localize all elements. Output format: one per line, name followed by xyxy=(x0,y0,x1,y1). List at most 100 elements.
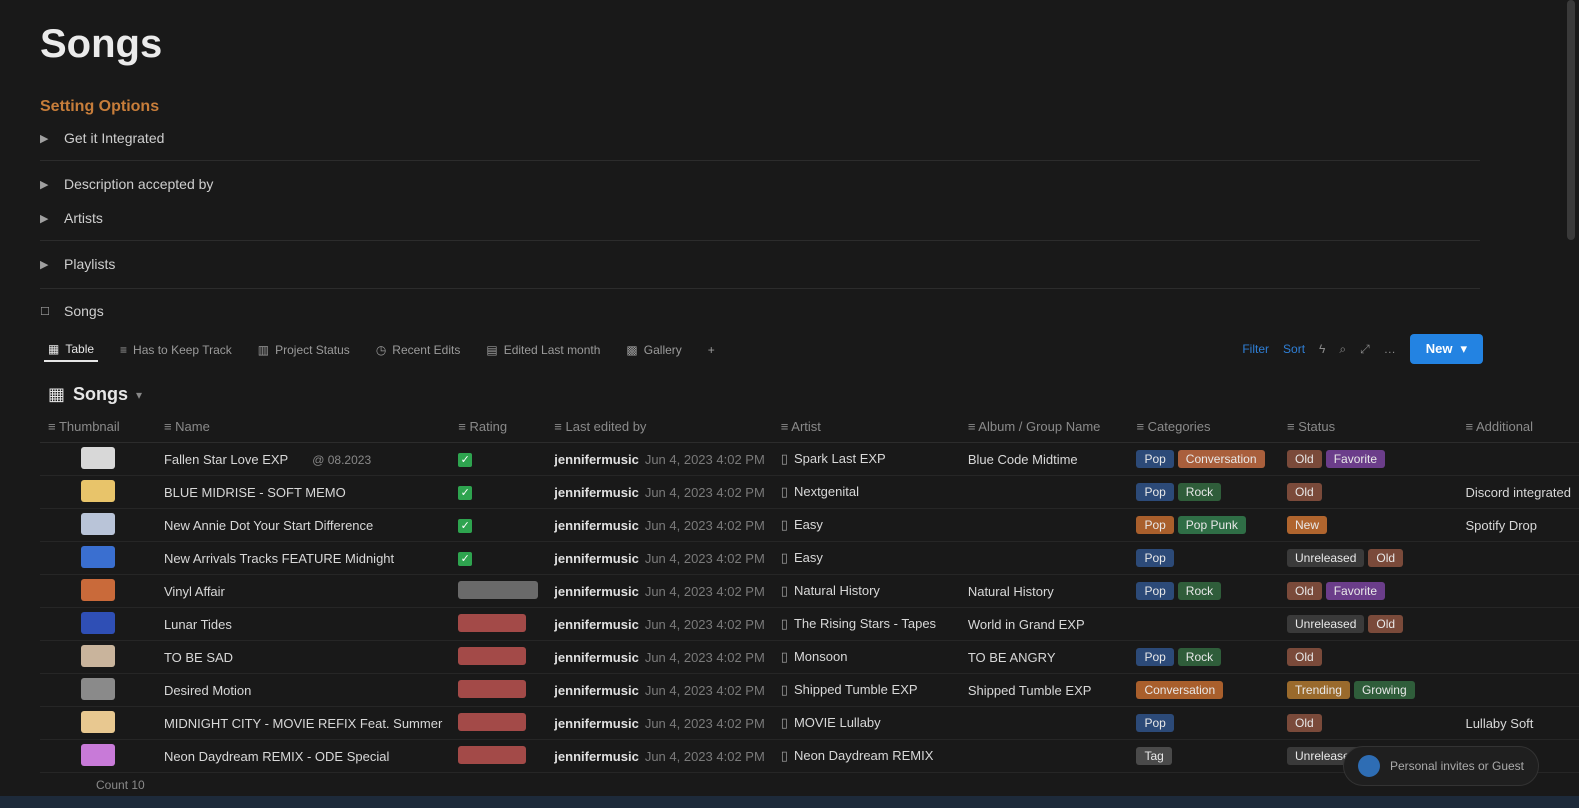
artist-cell[interactable]: ▯ Monsoon xyxy=(772,640,960,674)
status-cell[interactable]: Old xyxy=(1279,706,1458,740)
status-cell[interactable]: Old xyxy=(1279,475,1458,509)
rating-cell[interactable] xyxy=(450,607,547,641)
tab-recent-edits[interactable]: ◷ Recent Edits xyxy=(372,338,465,362)
expand-icon[interactable]: ⤢ xyxy=(1360,342,1370,357)
name-cell[interactable]: Fallen Star Love EXP @ 08.2023 xyxy=(155,442,451,476)
status-cell[interactable]: New xyxy=(1279,508,1458,542)
column-header[interactable]: ≡ Thumbnail xyxy=(40,410,156,443)
search-icon[interactable]: ⌕ xyxy=(1339,342,1346,357)
table-row[interactable]: Lunar Tides jennifermusic Jun 4, 2023 4:02… xyxy=(40,607,1579,641)
column-header[interactable]: ≡ Categories xyxy=(1128,410,1280,443)
categories-cell[interactable]: Pop Rock xyxy=(1128,574,1280,608)
status-cell[interactable]: Old Favorite xyxy=(1279,574,1458,608)
tab-gallery[interactable]: ▩ Gallery xyxy=(622,338,685,362)
name-cell[interactable]: Desired Motion xyxy=(155,673,451,707)
table-row[interactable]: Fallen Star Love EXP @ 08.2023 ✓ jennifermu… xyxy=(40,442,1579,476)
categories-cell[interactable]: Tag xyxy=(1128,739,1280,773)
artist-cell[interactable]: ▯ Neon Daydream REMIX xyxy=(772,739,960,773)
categories-cell[interactable]: Pop xyxy=(1128,541,1280,575)
categories-cell[interactable]: Pop Rock xyxy=(1128,475,1280,509)
column-header[interactable]: ≡ Album / Group Name xyxy=(959,410,1129,443)
name-cell[interactable]: Neon Daydream REMIX - ODE Special xyxy=(155,739,451,773)
rating-cell[interactable]: ✓ xyxy=(450,508,547,542)
artist-cell[interactable]: ▯ Nextgenital xyxy=(772,475,960,509)
chevron-down-icon[interactable]: ▾ xyxy=(136,388,142,402)
clock-icon: ◷ xyxy=(375,343,387,357)
table-row[interactable]: Desired Motion jennifermusic Jun 4, 2023 4… xyxy=(40,673,1579,707)
scrollbar[interactable] xyxy=(1567,0,1575,240)
table-row[interactable]: New Annie Dot Your Start Difference ✓ jenn… xyxy=(40,508,1579,542)
setup-item[interactable]: ▶ Playlists xyxy=(40,256,1480,272)
name-cell[interactable]: Vinyl Affair xyxy=(155,574,451,608)
categories-cell[interactable]: Pop xyxy=(1128,706,1280,740)
table-row[interactable]: BLUE MIDRISE - SOFT MEMO ✓ jennifermusic Ju… xyxy=(40,475,1579,509)
setup-item[interactable]: ▶ Get it Integrated xyxy=(40,130,1480,146)
status-cell[interactable]: Old xyxy=(1279,640,1458,674)
chevron-right-icon[interactable]: ▶ xyxy=(40,212,54,225)
column-header[interactable]: ≡ Rating xyxy=(450,410,547,443)
lightning-icon[interactable]: ϟ xyxy=(1319,342,1325,356)
name-cell[interactable]: MIDNIGHT CITY - MOVIE REFIX Feat. Summer xyxy=(155,706,451,740)
column-header[interactable]: ≡ Status xyxy=(1279,410,1458,443)
categories-cell[interactable]: Conversation xyxy=(1128,673,1280,707)
rating-cell[interactable] xyxy=(450,673,547,707)
status-cell[interactable]: Unreleased Old xyxy=(1279,607,1458,641)
name-cell[interactable]: New Arrivals Tracks FEATURE Midnight xyxy=(155,541,451,575)
rating-cell[interactable] xyxy=(450,640,547,674)
song-name: BLUE MIDRISE - SOFT MEMO xyxy=(163,484,346,500)
name-cell[interactable]: New Annie Dot Your Start Difference xyxy=(155,508,451,542)
setup-item[interactable]: ▶ Description accepted by xyxy=(40,176,1480,192)
chevron-down-icon[interactable]: ▾ xyxy=(1460,341,1467,357)
rating-cell[interactable] xyxy=(450,706,547,740)
categories-cell[interactable]: Pop Conversation xyxy=(1128,442,1280,476)
name-cell[interactable]: TO BE SAD xyxy=(155,640,451,674)
name-cell[interactable]: BLUE MIDRISE - SOFT MEMO xyxy=(155,475,451,509)
artist-cell[interactable]: ▯ Easy xyxy=(772,508,960,542)
table-row[interactable]: Vinyl Affair jennifermusic Jun 4, 2023 4:0… xyxy=(40,574,1579,608)
name-cell[interactable]: Lunar Tides xyxy=(155,607,451,641)
tab-edited-last-month[interactable]: ▤ Edited Last month xyxy=(482,338,604,362)
artist-cell[interactable]: ▯ Easy xyxy=(772,541,960,575)
rating-cell[interactable]: ✓ xyxy=(450,541,547,575)
column-header[interactable]: ≡ Artist xyxy=(772,410,960,443)
status-tag: Old xyxy=(1287,714,1322,732)
artist-cell[interactable]: ▯ MOVIE Lullaby xyxy=(772,706,960,740)
add-view-button[interactable]: + xyxy=(704,338,719,362)
categories-cell[interactable] xyxy=(1128,607,1280,641)
sort-button[interactable]: Sort xyxy=(1283,342,1305,356)
column-header[interactable]: ≡ Last edited by xyxy=(546,410,773,443)
status-cell[interactable]: Trending Growing xyxy=(1279,673,1458,707)
filter-button[interactable]: Filter xyxy=(1242,342,1269,356)
artist-cell[interactable]: ▯ Natural History xyxy=(772,574,960,608)
column-header[interactable]: ≡ Name xyxy=(155,410,451,443)
chevron-right-icon[interactable]: ▶ xyxy=(40,132,54,145)
database-title[interactable]: ▦ Songs ▾ xyxy=(48,384,142,405)
new-button[interactable]: New ▾ xyxy=(1409,334,1483,364)
artist-cell[interactable]: ▯ Spark Last EXP xyxy=(772,442,960,476)
table-row[interactable]: MIDNIGHT CITY - MOVIE REFIX Feat. Summer… xyxy=(40,706,1579,740)
chevron-right-icon[interactable]: ▶ xyxy=(40,258,54,271)
status-cell[interactable]: Old Favorite xyxy=(1279,442,1458,476)
tab-has-to-keep-track[interactable]: ≡ Has to Keep Track xyxy=(116,338,236,362)
tab-project-status[interactable]: ▥ Project Status xyxy=(254,338,354,362)
chevron-right-icon[interactable]: ▶ xyxy=(40,178,54,191)
album-cell xyxy=(959,475,1129,509)
column-header[interactable]: ≡ Additional xyxy=(1457,410,1579,443)
rating-cell[interactable] xyxy=(450,574,547,608)
artist-cell[interactable]: ▯ The Rising Stars - Tapes xyxy=(772,607,960,641)
categories-cell[interactable]: Pop Rock xyxy=(1128,640,1280,674)
artist-cell[interactable]: ▯ Shipped Tumble EXP xyxy=(772,673,960,707)
rating-cell[interactable]: ✓ xyxy=(450,442,547,476)
setup-item[interactable]: ☐ Songs xyxy=(40,303,1480,319)
tab-table[interactable]: ▦ Table xyxy=(44,338,99,362)
table-row[interactable]: New Arrivals Tracks FEATURE Midnight ✓ jen… xyxy=(40,541,1579,575)
thumbnail-cell xyxy=(40,475,156,509)
table-row[interactable]: TO BE SAD jennifermusic Jun 4, 2023 4:02 P… xyxy=(40,640,1579,674)
more-icon[interactable]: … xyxy=(1384,342,1396,356)
rating-cell[interactable]: ✓ xyxy=(450,475,547,509)
rating-cell[interactable] xyxy=(450,739,547,773)
setup-item[interactable]: ▶ Artists xyxy=(40,210,1480,226)
help-widget[interactable]: Personal invites or Guest xyxy=(1342,746,1539,786)
status-cell[interactable]: Unreleased Old xyxy=(1279,541,1458,575)
categories-cell[interactable]: Pop Pop Punk xyxy=(1128,508,1280,542)
